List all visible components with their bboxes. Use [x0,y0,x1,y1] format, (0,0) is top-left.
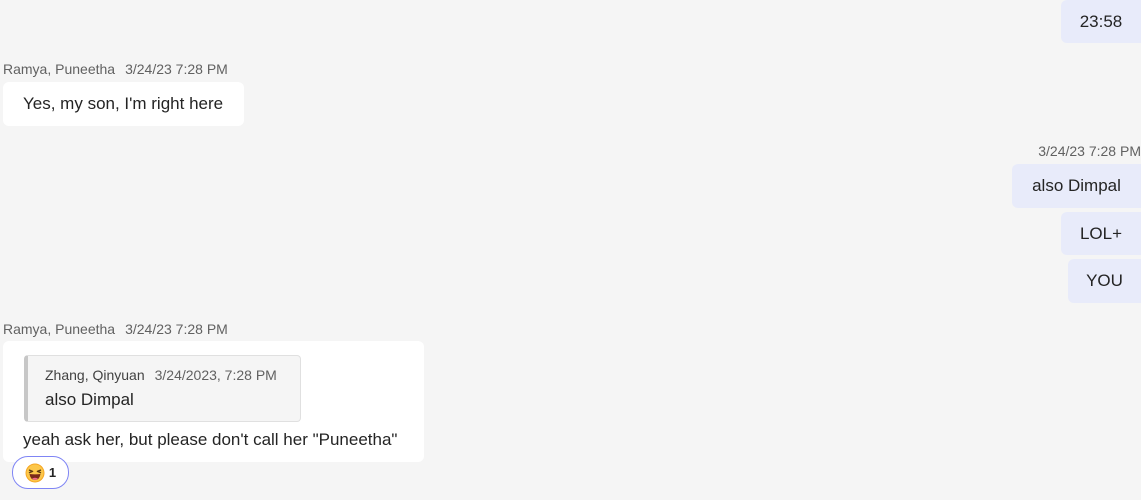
message-text: YOU [1086,271,1123,290]
sender-name: Ramya, Puneetha [3,61,116,77]
received-message-bubble[interactable]: Yes, my son, I'm right here [3,82,244,126]
message-header: Ramya, Puneetha 3/24/23 7:28 PM [3,321,228,337]
message-text: 23:58 [1079,11,1123,31]
reaction-count: 1 [48,465,57,480]
message-text: LOL+ [1079,223,1123,243]
reaction-pill[interactable]: 1 [12,456,69,489]
message-text: yeah ask her, but please don't call her … [23,430,398,449]
quote-author: Zhang, Qinyuan [45,367,145,383]
message-timestamp: 3/24/23 7:28 PM [1038,143,1141,159]
quote-timestamp: 3/24/2023, 7:28 PM [154,367,277,383]
sent-message-bubble[interactable]: 23:58 [1061,0,1141,43]
sender-name: Ramya, Puneetha [3,321,116,337]
sent-message-bubble[interactable]: LOL+ [1061,212,1141,255]
message-timestamp: 3/24/23 7:28 PM [125,61,228,77]
message-text: also Dimpal [1032,176,1121,195]
received-message-bubble[interactable]: Zhang, Qinyuan 3/24/2023, 7:28 PM also Di… [3,341,424,462]
quote-header: Zhang, Qinyuan 3/24/2023, 7:28 PM [45,367,277,383]
message-text: Yes, my son, I'm right here [23,94,224,113]
quote-text: also Dimpal [45,390,134,409]
sent-message-bubble[interactable]: YOU [1068,259,1141,303]
message-header: Ramya, Puneetha 3/24/23 7:28 PM [3,61,228,77]
quoted-message[interactable]: Zhang, Qinyuan 3/24/2023, 7:28 PM also Di… [24,355,301,422]
sent-message-bubble[interactable]: also Dimpal [1012,164,1141,208]
message-timestamp: 3/24/23 7:28 PM [125,321,228,337]
laughing-emoji-icon [25,463,45,483]
